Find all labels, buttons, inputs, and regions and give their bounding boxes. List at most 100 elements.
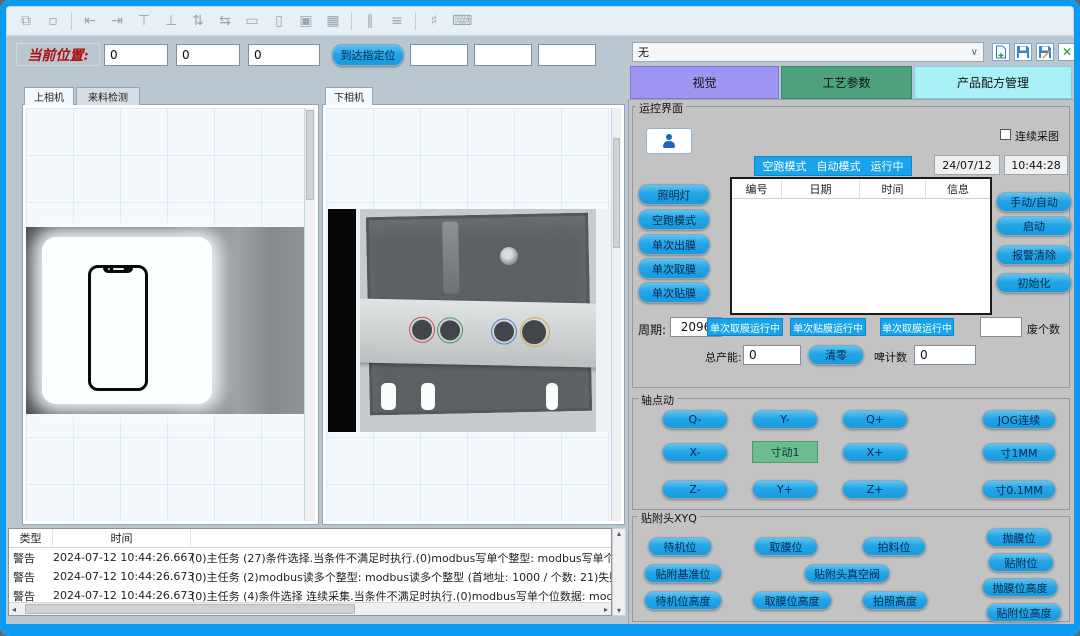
align-bottom-icon[interactable]: ⊥ bbox=[162, 13, 180, 29]
pick-film-position-button[interactable]: 取膜位 bbox=[754, 537, 818, 556]
photo-height-button[interactable]: 拍照高度 bbox=[862, 591, 928, 610]
pick-film-height-button[interactable]: 取膜位高度 bbox=[752, 591, 832, 610]
target-x-field[interactable] bbox=[410, 44, 468, 66]
space-across-icon[interactable]: ∥ bbox=[361, 13, 379, 29]
punch-count-field[interactable]: 0 bbox=[914, 345, 976, 365]
recipe-combobox[interactable]: 无 ∨ bbox=[632, 42, 984, 62]
y-minus-button[interactable]: Y- bbox=[752, 410, 818, 429]
discard-film-height-button[interactable]: 抛膜位高度 bbox=[982, 578, 1058, 597]
attach-height-button[interactable]: 贴附位高度 bbox=[986, 603, 1062, 622]
same-height-icon[interactable]: ▯ bbox=[270, 13, 288, 29]
lighting-button[interactable]: 照明灯 bbox=[638, 184, 710, 205]
attach-position-button[interactable]: 贴附位 bbox=[988, 553, 1054, 572]
position-z-field[interactable]: 0 bbox=[248, 44, 320, 66]
scroll-up-icon[interactable]: ▴ bbox=[617, 529, 621, 538]
attach-head-vacuum-valve-button[interactable]: 贴附头真空阀 bbox=[804, 564, 890, 583]
target-y-field[interactable] bbox=[474, 44, 532, 66]
align-top-icon[interactable]: ⊤ bbox=[135, 13, 153, 29]
scrollbar-thumb[interactable] bbox=[613, 138, 620, 248]
tab-process-params[interactable]: 工艺参数 bbox=[781, 66, 912, 99]
standby-position-button[interactable]: 待机位 bbox=[648, 537, 712, 556]
tab-vision[interactable]: 视觉 bbox=[630, 66, 779, 99]
y-plus-button[interactable]: Y+ bbox=[752, 480, 818, 499]
delete-recipe-button[interactable]: ✕ bbox=[1058, 43, 1076, 61]
same-width-icon[interactable]: ▭ bbox=[243, 13, 261, 29]
photo-position-button[interactable]: 拍料位 bbox=[862, 537, 926, 556]
size-to-grid-icon[interactable]: ▦ bbox=[324, 13, 342, 29]
log-row[interactable]: 警告 2024-07-12 10:44:26.667 (0)主任务 (27)条件… bbox=[9, 548, 611, 567]
single-pick-film-button[interactable]: 单次取膜 bbox=[638, 258, 710, 279]
center-horizontal-icon[interactable]: ⇆ bbox=[216, 13, 234, 29]
single-attach-running-status: 单次贴膜运行中 bbox=[790, 318, 866, 336]
scroll-left-icon[interactable]: ◂ bbox=[12, 605, 16, 614]
tab-order-icon[interactable]: ♯ bbox=[425, 13, 443, 29]
scrollbar-thumb[interactable] bbox=[306, 110, 314, 200]
log-message: (0)主任务 (2)modbus读多个整型: modbus读多个整型 (首地址:… bbox=[191, 569, 611, 585]
single-eject-film-button[interactable]: 单次出膜 bbox=[638, 234, 710, 255]
goto-position-button[interactable]: 到达指定位 bbox=[332, 44, 404, 66]
current-position-label: 当前位置: bbox=[16, 43, 100, 66]
same-size-icon[interactable]: ▣ bbox=[297, 13, 315, 29]
align-right-icon[interactable]: ⇥ bbox=[108, 13, 126, 29]
step-01mm-button[interactable]: 寸0.1MM bbox=[982, 480, 1056, 499]
tab-incoming-inspection[interactable]: 来料检测 bbox=[76, 87, 140, 105]
standby-height-button[interactable]: 待机位高度 bbox=[644, 591, 722, 610]
scrollbar-thumb[interactable] bbox=[25, 604, 355, 614]
user-button[interactable] bbox=[646, 128, 692, 154]
continuous-capture-checkbox[interactable] bbox=[1000, 129, 1011, 140]
x-minus-button[interactable]: X- bbox=[662, 443, 728, 462]
single-attach-film-button[interactable]: 单次贴膜 bbox=[638, 282, 710, 303]
position-y-field[interactable]: 0 bbox=[176, 44, 240, 66]
x-plus-button[interactable]: X+ bbox=[842, 443, 908, 462]
q-minus-button[interactable]: Q- bbox=[662, 410, 728, 429]
position-x-field[interactable]: 0 bbox=[104, 44, 168, 66]
q-plus-button[interactable]: Q+ bbox=[842, 410, 908, 429]
total-output-field[interactable]: 0 bbox=[743, 345, 801, 365]
dry-run-mode-status: 空跑模式 bbox=[763, 158, 807, 174]
alarm-clear-button[interactable]: 报警清除 bbox=[996, 245, 1072, 265]
scroll-right-icon[interactable]: ▸ bbox=[604, 605, 608, 614]
col-time: 时间 bbox=[860, 179, 926, 198]
lower-camera-view bbox=[322, 104, 625, 525]
z-plus-button[interactable]: Z+ bbox=[842, 480, 908, 499]
keyboard-icon[interactable]: ⌨ bbox=[452, 13, 470, 29]
lower-camera-scrollbar[interactable] bbox=[611, 108, 621, 521]
phone-outline bbox=[88, 265, 148, 391]
lower-camera-canvas bbox=[326, 108, 621, 521]
toolbar-separator bbox=[351, 12, 352, 30]
tab-lower-camera[interactable]: 下相机 bbox=[325, 87, 373, 105]
clear-count-button[interactable]: 清零 bbox=[808, 345, 864, 365]
attach-reference-position-button[interactable]: 贴附基准位 bbox=[644, 564, 722, 583]
toolbar-separator bbox=[415, 12, 416, 30]
initialize-button[interactable]: 初始化 bbox=[996, 273, 1072, 293]
log-table: 类型 时间 警告 2024-07-12 10:44:26.667 (0)主任务 … bbox=[8, 528, 612, 616]
log-row[interactable]: 警告 2024-07-12 10:44:26.673 (0)主任务 (2)mod… bbox=[9, 567, 611, 586]
jog-continuous-button[interactable]: JOG连续 bbox=[982, 410, 1056, 429]
log-horizontal-scrollbar[interactable]: ◂ ▸ bbox=[9, 602, 611, 615]
step-1mm-button[interactable]: 寸1MM bbox=[982, 443, 1056, 462]
start-button[interactable]: 启动 bbox=[996, 216, 1072, 236]
select-icon[interactable]: ⧉ bbox=[17, 13, 35, 29]
waste-count-field[interactable] bbox=[980, 317, 1022, 337]
dry-run-mode-button[interactable]: 空跑模式 bbox=[638, 209, 710, 230]
form-designer-toolbar: ⧉ ▫ ⇤ ⇥ ⊤ ⊥ ⇅ ⇆ ▭ ▯ ▣ ▦ ∥ ≡ ♯ ⌨ bbox=[6, 6, 1074, 36]
target-z-field[interactable] bbox=[538, 44, 596, 66]
attach-head-label: 贴附头XYQ bbox=[638, 510, 700, 526]
save-as-recipe-button[interactable] bbox=[1036, 43, 1054, 61]
tab-upper-camera[interactable]: 上相机 bbox=[24, 87, 74, 105]
discard-film-position-button[interactable]: 抛膜位 bbox=[986, 528, 1052, 547]
scroll-down-icon[interactable]: ▾ bbox=[617, 606, 621, 615]
z-minus-button[interactable]: Z- bbox=[662, 480, 728, 499]
space-down-icon[interactable]: ≡ bbox=[388, 13, 406, 29]
waste-count-label: 废个数 bbox=[1027, 321, 1060, 337]
rubber-band-icon[interactable]: ▫ bbox=[44, 13, 62, 29]
new-recipe-button[interactable] bbox=[992, 43, 1010, 61]
save-recipe-button[interactable] bbox=[1014, 43, 1032, 61]
manual-auto-button[interactable]: 手动/自动 bbox=[996, 192, 1072, 212]
log-message: (0)主任务 (27)条件选择.当条件不满足时执行.(0)modbus写单个整型… bbox=[191, 550, 611, 566]
align-left-icon[interactable]: ⇤ bbox=[81, 13, 99, 29]
upper-camera-scrollbar[interactable] bbox=[304, 108, 315, 521]
center-vertical-icon[interactable]: ⇅ bbox=[189, 13, 207, 29]
tab-product-recipe-mgmt[interactable]: 产品配方管理 bbox=[914, 66, 1072, 99]
log-vertical-scrollbar[interactable]: ▴ ▾ bbox=[612, 528, 626, 616]
